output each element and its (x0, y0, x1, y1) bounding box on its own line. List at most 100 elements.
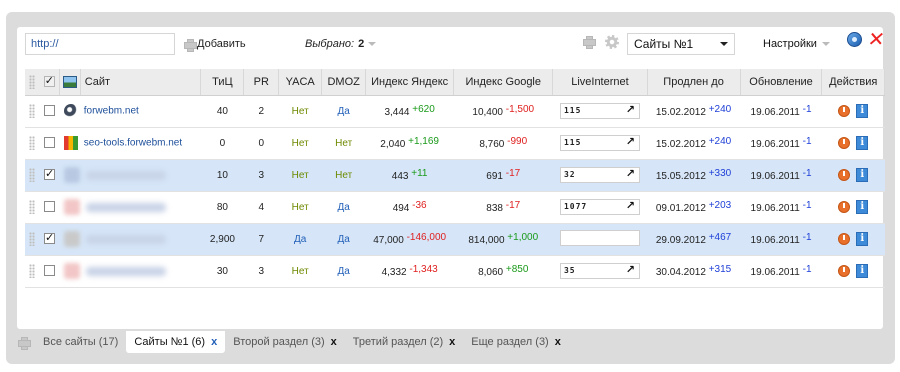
google-value: 838 (486, 203, 503, 214)
site-link[interactable]: seo-tools.forwebm.net (84, 138, 182, 149)
tab-close-button[interactable]: x (331, 336, 337, 348)
tab-sites-1[interactable]: Сайты №1 (6) x (126, 331, 226, 353)
url-input[interactable] (25, 33, 175, 55)
info-icon[interactable]: i (856, 200, 869, 214)
row-checkbox[interactable] (44, 167, 56, 181)
site-link[interactable]: forwebm.net (84, 106, 139, 117)
row-checkbox[interactable] (44, 201, 56, 213)
tab-second-section[interactable]: Второй раздел (3) x (225, 331, 345, 353)
table-row[interactable]: seo-tools.forwebm.net 0 0 Нет Нет 2,040 +1,16… (25, 127, 885, 160)
col-yaca[interactable]: YACA (278, 69, 323, 96)
tab-close-button[interactable]: x (449, 336, 455, 348)
renewed-delta: +203 (708, 200, 732, 211)
row-grip[interactable] (25, 159, 40, 192)
row-grip[interactable] (25, 255, 40, 288)
site-link-hidden[interactable] (85, 202, 166, 212)
tab-close-button[interactable]: x (211, 336, 217, 348)
row-grip[interactable] (25, 95, 40, 128)
site-link-hidden[interactable] (85, 234, 166, 244)
col-site[interactable]: Сайт (80, 69, 202, 96)
tab-third-section[interactable]: Третий раздел (2) x (345, 331, 463, 353)
select-all-checkbox[interactable] (43, 74, 55, 88)
drag-handle-icon[interactable] (29, 168, 36, 182)
select-all-header[interactable] (39, 69, 61, 96)
actions-cell: i (821, 223, 885, 256)
liveinternet-counter[interactable]: 115 ↗ (559, 135, 640, 151)
row-grip[interactable] (25, 223, 40, 256)
col-renewed[interactable]: Продлен до (647, 69, 741, 96)
row-checkbox[interactable] (44, 231, 56, 245)
liveinternet-counter[interactable]: 1077 ↗ (559, 199, 640, 215)
liveinternet-counter[interactable]: 115 ↗ (559, 103, 640, 119)
close-icon[interactable]: ✕ (866, 27, 886, 51)
drag-handle-icon[interactable] (29, 104, 36, 118)
project-select[interactable]: Сайты №1 (627, 33, 735, 55)
google-cell: 838 -17 (453, 191, 553, 224)
tic-cell: 10 (200, 159, 244, 192)
add-tab-icon[interactable] (18, 336, 31, 350)
col-tic[interactable]: ТиЦ (200, 69, 245, 96)
clock-icon[interactable] (838, 105, 851, 117)
selected-count-dropdown[interactable]: Выбрано: 2 (305, 38, 377, 50)
info-icon[interactable]: i (856, 264, 869, 278)
table-row[interactable]: 30 3 Нет Да 4,332 -1,343 8,060 +850 35 ↗ 30.04.2… (25, 255, 885, 288)
clock-icon[interactable] (838, 169, 851, 181)
settings-label: Настройки (763, 38, 817, 50)
row-select[interactable] (39, 159, 60, 192)
drag-handle-icon[interactable] (29, 232, 36, 246)
table-row[interactable]: 80 4 Нет Да 494 -36 838 -17 1077 ↗ 09.01.2012 +2… (25, 191, 885, 224)
tic-cell: 40 (200, 95, 244, 128)
row-checkbox[interactable] (44, 265, 56, 277)
drag-handle-icon[interactable] (29, 136, 36, 150)
gear-icon[interactable] (605, 35, 619, 49)
row-select[interactable] (39, 223, 60, 256)
tab-all-sites[interactable]: Все сайты (17) (35, 331, 126, 353)
clock-icon[interactable] (838, 137, 851, 149)
table-row[interactable]: 2,9007ДаДа47,000 -146,000814,000 +1,0002… (25, 223, 885, 256)
col-google-index[interactable]: Индекс Google (453, 69, 554, 96)
liveinternet-counter[interactable] (559, 229, 640, 246)
col-dmoz[interactable]: DMOZ (321, 69, 367, 96)
info-icon[interactable]: i (856, 104, 869, 118)
row-grip[interactable] (25, 191, 40, 224)
main-frame: Добавить Выбрано: 2 Сайты №1 Настройки ✕ (6, 12, 895, 364)
info-icon[interactable]: i (856, 168, 869, 182)
drag-handle-icon[interactable] (29, 264, 36, 278)
tab-more-section[interactable]: Еще раздел (3) x (463, 331, 569, 353)
tab-close-button[interactable]: x (555, 336, 561, 348)
info-icon[interactable]: i (856, 136, 869, 150)
clock-icon[interactable] (838, 201, 851, 213)
site-link-hidden[interactable] (85, 170, 166, 180)
settings-dropdown[interactable]: Настройки (763, 38, 830, 50)
table-row[interactable]: 103НетНет443 +11691 -1732↗15.05.2012 +33… (25, 159, 885, 192)
col-pr[interactable]: PR (243, 69, 280, 96)
row-select[interactable] (39, 95, 60, 128)
row-select[interactable] (39, 255, 60, 288)
table-row[interactable]: forwebm.net 40 2 Нет Да 3,444 +620 10,400 -1,5… (25, 95, 885, 128)
liveinternet-counter[interactable]: 32 ↗ (559, 167, 640, 183)
site-favicon (63, 199, 80, 215)
col-yandex-index[interactable]: Индекс Яндекс (365, 69, 455, 96)
yaca-cell: Нет (278, 159, 322, 192)
row-checkbox[interactable] (44, 137, 56, 149)
updated-date: 19.06.2011 (750, 171, 800, 182)
row-select[interactable] (39, 191, 60, 224)
clock-icon[interactable] (838, 233, 851, 245)
add-site-button[interactable]: Добавить (184, 38, 246, 52)
add-group-icon[interactable] (583, 36, 596, 49)
section-tabs: Все сайты (17) Сайты №1 (6) x Второй раз… (18, 331, 569, 353)
drag-handle-icon[interactable] (29, 200, 36, 214)
col-updated[interactable]: Обновление (740, 69, 823, 96)
refresh-icon[interactable] (847, 32, 862, 47)
liveinternet-counter[interactable]: 35 ↗ (559, 263, 640, 279)
pr-cell: 7 (243, 223, 279, 256)
col-liveinternet[interactable]: LiveInternet (552, 69, 648, 96)
row-checkbox[interactable] (44, 105, 56, 117)
row-select[interactable] (39, 127, 60, 160)
site-link-hidden[interactable] (85, 266, 166, 276)
clock-icon[interactable] (838, 265, 851, 277)
row-grip[interactable] (25, 127, 40, 160)
info-icon[interactable]: i (856, 232, 869, 246)
tab-label: Сайты №1 (6) (134, 336, 206, 348)
liveinternet-cell (552, 223, 648, 256)
